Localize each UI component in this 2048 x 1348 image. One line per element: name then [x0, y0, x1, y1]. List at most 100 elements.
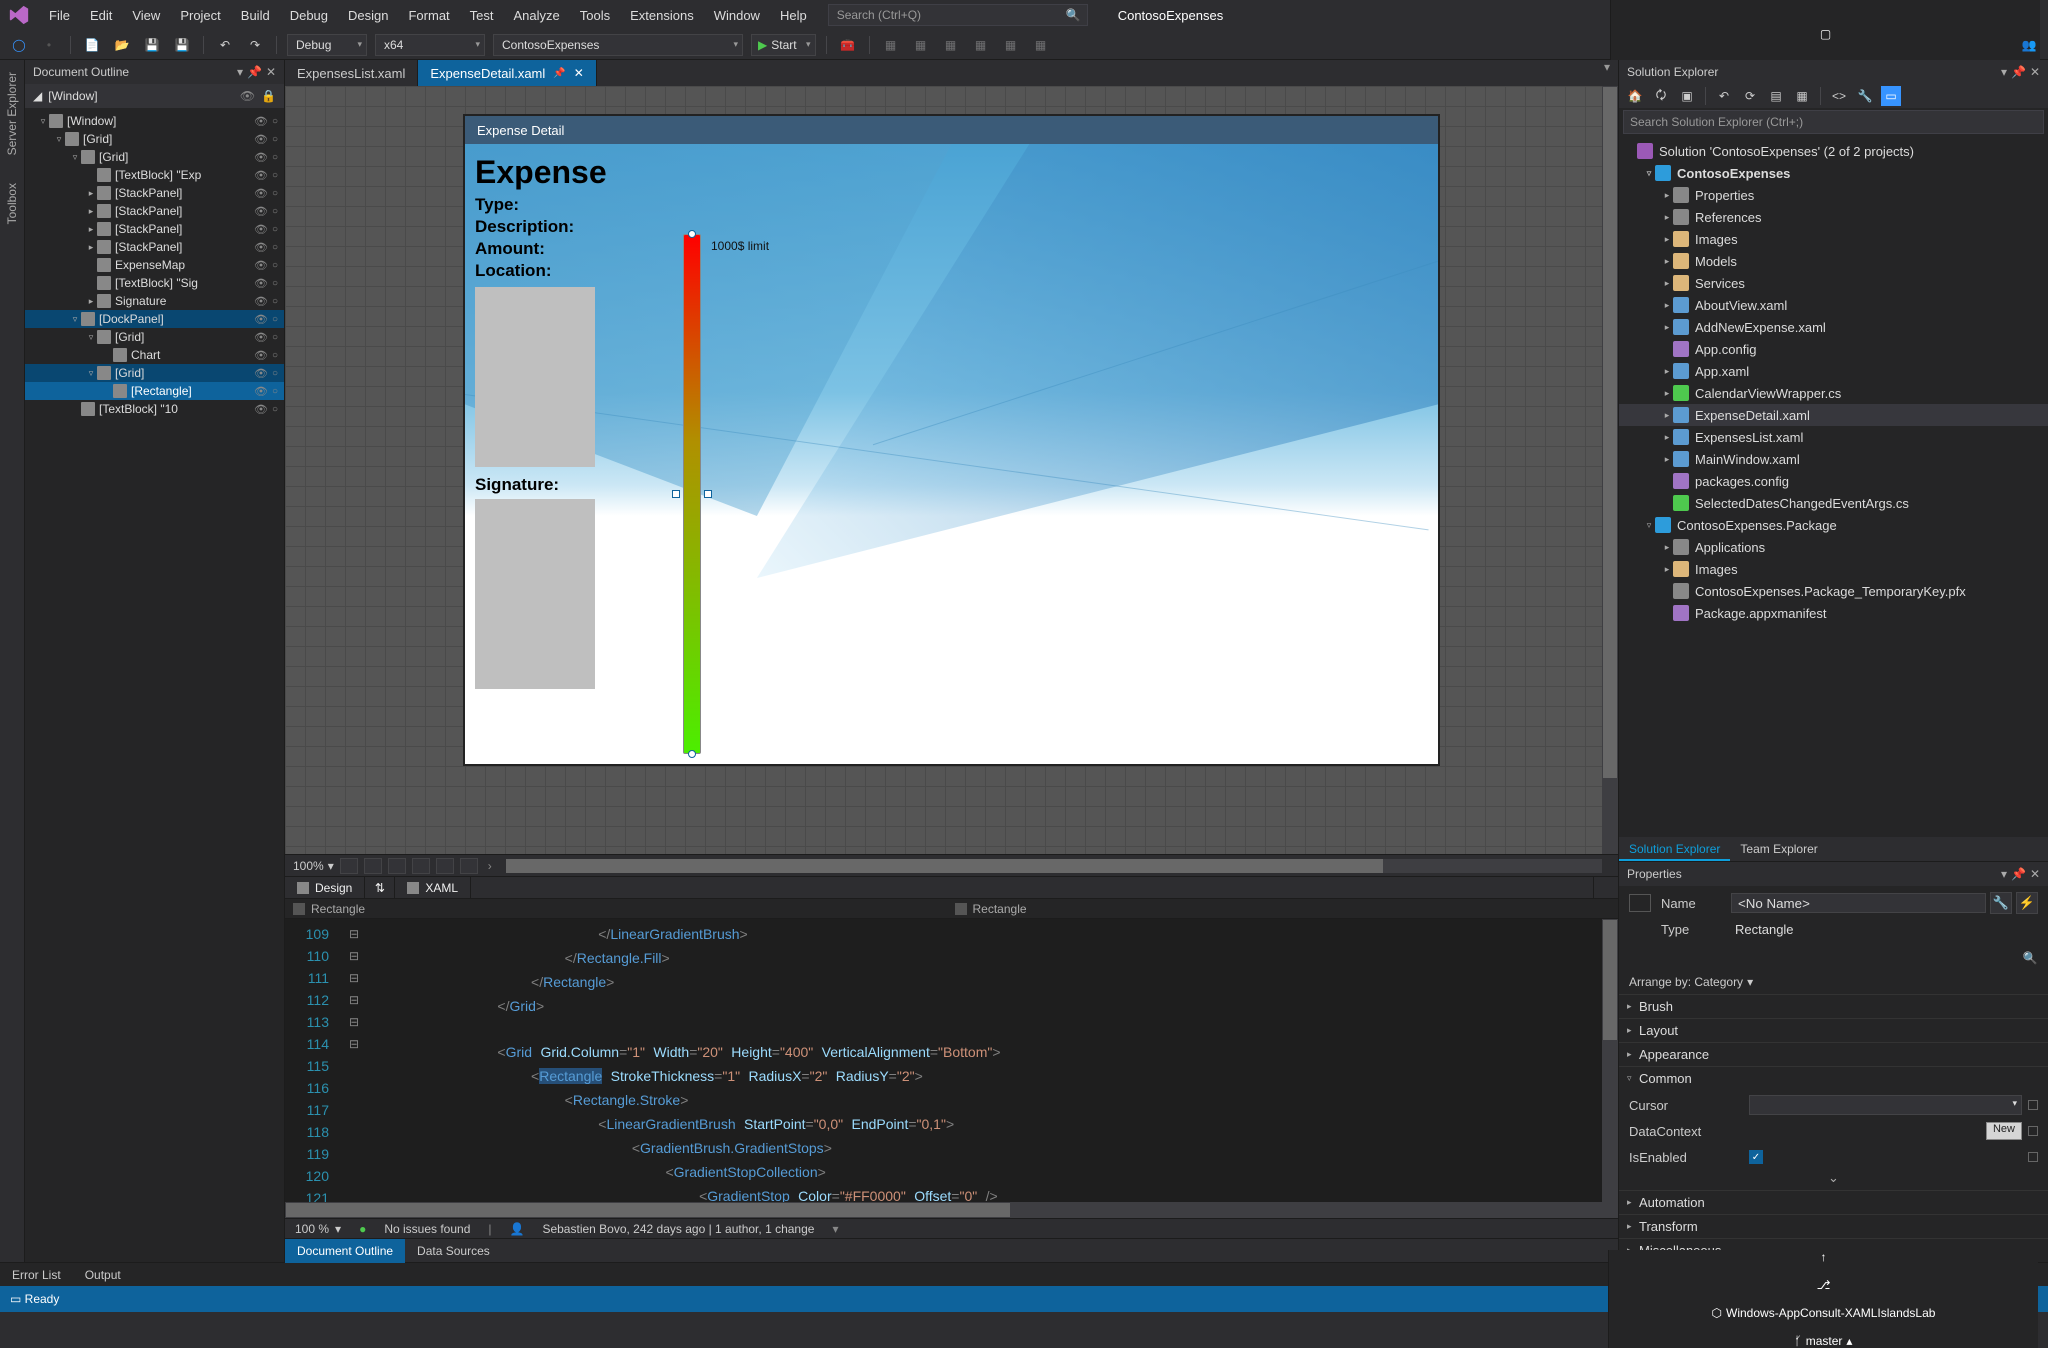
- tab-solution-explorer[interactable]: Solution Explorer: [1619, 837, 1730, 861]
- new-button[interactable]: New: [1986, 1122, 2022, 1140]
- cat-common[interactable]: ▿Common: [1619, 1066, 2048, 1090]
- wrench-icon[interactable]: 🔧: [1990, 892, 2012, 914]
- solution-item[interactable]: ▸App.xaml: [1619, 360, 2048, 382]
- menu-debug[interactable]: Debug: [281, 4, 337, 27]
- menu-design[interactable]: Design: [339, 4, 397, 27]
- solution-item[interactable]: ▸Models: [1619, 250, 2048, 272]
- quick-search[interactable]: Search (Ctrl+Q) 🔍: [828, 4, 1088, 26]
- isenabled-checkbox[interactable]: ✓: [1749, 1150, 1763, 1164]
- solution-item[interactable]: ContosoExpenses.Package_TemporaryKey.pfx: [1619, 580, 2048, 602]
- pin-icon[interactable]: 📌: [2011, 65, 2026, 79]
- outline-item[interactable]: [TextBlock] "Exp👁○: [25, 166, 284, 184]
- menu-tools[interactable]: Tools: [571, 4, 619, 27]
- open-icon[interactable]: 📂: [111, 34, 133, 56]
- outline-item[interactable]: ▿[Grid]👁○: [25, 364, 284, 382]
- design-view-tab[interactable]: Design: [285, 877, 365, 899]
- pin-icon[interactable]: 📌: [2011, 867, 2026, 881]
- cat-appearance[interactable]: ▸Appearance: [1619, 1042, 2048, 1066]
- menu-build[interactable]: Build: [232, 4, 279, 27]
- menu-help[interactable]: Help: [771, 4, 816, 27]
- toolbox-tab[interactable]: Toolbox: [3, 179, 21, 228]
- editor-vscroll[interactable]: [1602, 919, 1618, 1218]
- sync-icon[interactable]: 🗘: [1651, 86, 1671, 106]
- prop-name-input[interactable]: [1731, 893, 1986, 913]
- startup-combo[interactable]: ContosoExpenses: [493, 34, 743, 56]
- phone-toggle[interactable]: [436, 858, 454, 874]
- outline-item[interactable]: Chart👁○: [25, 346, 284, 364]
- solution-item[interactable]: ▸ExpenseDetail.xaml: [1619, 404, 2048, 426]
- menu-view[interactable]: View: [123, 4, 169, 27]
- menu-analyze[interactable]: Analyze: [505, 4, 569, 27]
- solution-item[interactable]: ▿ContosoExpenses.Package: [1619, 514, 2048, 536]
- config-combo[interactable]: Debug: [287, 34, 367, 56]
- maximize-button[interactable]: ▢: [1808, 20, 1844, 48]
- preview-icon[interactable]: ▭: [1881, 86, 1901, 106]
- solution-item[interactable]: ▸References: [1619, 206, 2048, 228]
- branch-name[interactable]: ᚶ master ▴: [1795, 1334, 1853, 1348]
- outline-item[interactable]: [TextBlock] "Sig👁○: [25, 274, 284, 292]
- outline-item[interactable]: ▸Signature👁○: [25, 292, 284, 310]
- outline-item[interactable]: ▿[Grid]👁○: [25, 130, 284, 148]
- live-share-icon[interactable]: 👥: [2018, 34, 2040, 56]
- home-icon[interactable]: 🏠: [1625, 86, 1645, 106]
- filter-icon[interactable]: ▤: [1766, 86, 1786, 106]
- outline-item[interactable]: ▸[StackPanel]👁○: [25, 238, 284, 256]
- tab-document-outline[interactable]: Document Outline: [285, 1239, 405, 1263]
- tabs-overflow-icon[interactable]: ▾: [1596, 60, 1618, 86]
- minimize-button[interactable]: ─: [1808, 0, 1844, 6]
- misc-toggle[interactable]: [412, 858, 430, 874]
- menu-test[interactable]: Test: [461, 4, 503, 27]
- search-icon[interactable]: 🔍: [2020, 948, 2040, 968]
- xaml-editor[interactable]: 109110111112113114115116117118119120121 …: [285, 918, 1618, 1218]
- outline-item[interactable]: ▿[Grid]👁○: [25, 328, 284, 346]
- publish-icon[interactable]: ↑: [1821, 1250, 1827, 1264]
- chevron-right-icon[interactable]: ›: [488, 859, 492, 873]
- designer-vscroll[interactable]: [1602, 86, 1618, 854]
- nav-back-button[interactable]: ◯: [8, 34, 30, 56]
- solution-item[interactable]: Solution 'ContosoExpenses' (2 of 2 proje…: [1619, 140, 2048, 162]
- back-icon[interactable]: ↶: [1714, 86, 1734, 106]
- solution-item[interactable]: ▸AddNewExpense.xaml: [1619, 316, 2048, 338]
- editor-zoom[interactable]: 100 %: [295, 1222, 329, 1236]
- close-panel-icon[interactable]: ✕: [2030, 65, 2040, 79]
- pin-icon[interactable]: 📌: [247, 65, 262, 79]
- solution-item[interactable]: SelectedDatesChangedEventArgs.cs: [1619, 492, 2048, 514]
- solution-item[interactable]: packages.config: [1619, 470, 2048, 492]
- server-explorer-tab[interactable]: Server Explorer: [3, 68, 21, 159]
- outline-item[interactable]: ▿[DockPanel]👁○: [25, 310, 284, 328]
- solution-item[interactable]: ▸Images: [1619, 228, 2048, 250]
- solution-item[interactable]: ▸AboutView.xaml: [1619, 294, 2048, 316]
- menu-edit[interactable]: Edit: [81, 4, 121, 27]
- dropdown-icon[interactable]: ▾: [2001, 65, 2007, 79]
- outline-item[interactable]: ▿[Window]👁○: [25, 112, 284, 130]
- menu-project[interactable]: Project: [171, 4, 229, 27]
- xaml-view-tab[interactable]: XAML: [395, 877, 471, 899]
- solution-item[interactable]: ▸Images: [1619, 558, 2048, 580]
- designer-surface[interactable]: Expense Detail Expense Type: Description…: [285, 86, 1618, 854]
- redo-icon[interactable]: ↷: [244, 34, 266, 56]
- grid-toggle[interactable]: [340, 858, 358, 874]
- menu-extensions[interactable]: Extensions: [621, 4, 703, 27]
- solution-item[interactable]: ▸Applications: [1619, 536, 2048, 558]
- cat-automation[interactable]: ▸Automation: [1619, 1190, 2048, 1214]
- nav-fwd-button[interactable]: •: [38, 34, 60, 56]
- undo-icon[interactable]: ↶: [214, 34, 236, 56]
- editor-hscroll[interactable]: [285, 1202, 1602, 1218]
- solution-item[interactable]: Package.appxmanifest: [1619, 602, 2048, 624]
- save-icon[interactable]: 💾: [141, 34, 163, 56]
- pin-icon[interactable]: 📌: [553, 68, 565, 79]
- solution-search[interactable]: Search Solution Explorer (Ctrl+;): [1623, 110, 2044, 134]
- properties-icon[interactable]: 🔧: [1855, 86, 1875, 106]
- cat-transform[interactable]: ▸Transform: [1619, 1214, 2048, 1238]
- solution-item[interactable]: ▸Services: [1619, 272, 2048, 294]
- solution-item[interactable]: ▸MainWindow.xaml: [1619, 448, 2048, 470]
- tab-error-list[interactable]: Error List: [0, 1263, 73, 1286]
- solution-item[interactable]: ▸ExpensesList.xaml: [1619, 426, 2048, 448]
- menu-format[interactable]: Format: [399, 4, 458, 27]
- outline-item[interactable]: ExpenseMap👁○: [25, 256, 284, 274]
- solution-item[interactable]: App.config: [1619, 338, 2048, 360]
- new-project-icon[interactable]: 📄: [81, 34, 103, 56]
- collapse-icon[interactable]: ▣: [1677, 86, 1697, 106]
- swap-icon[interactable]: ⇅: [365, 877, 395, 899]
- close-panel-icon[interactable]: ✕: [2030, 867, 2040, 881]
